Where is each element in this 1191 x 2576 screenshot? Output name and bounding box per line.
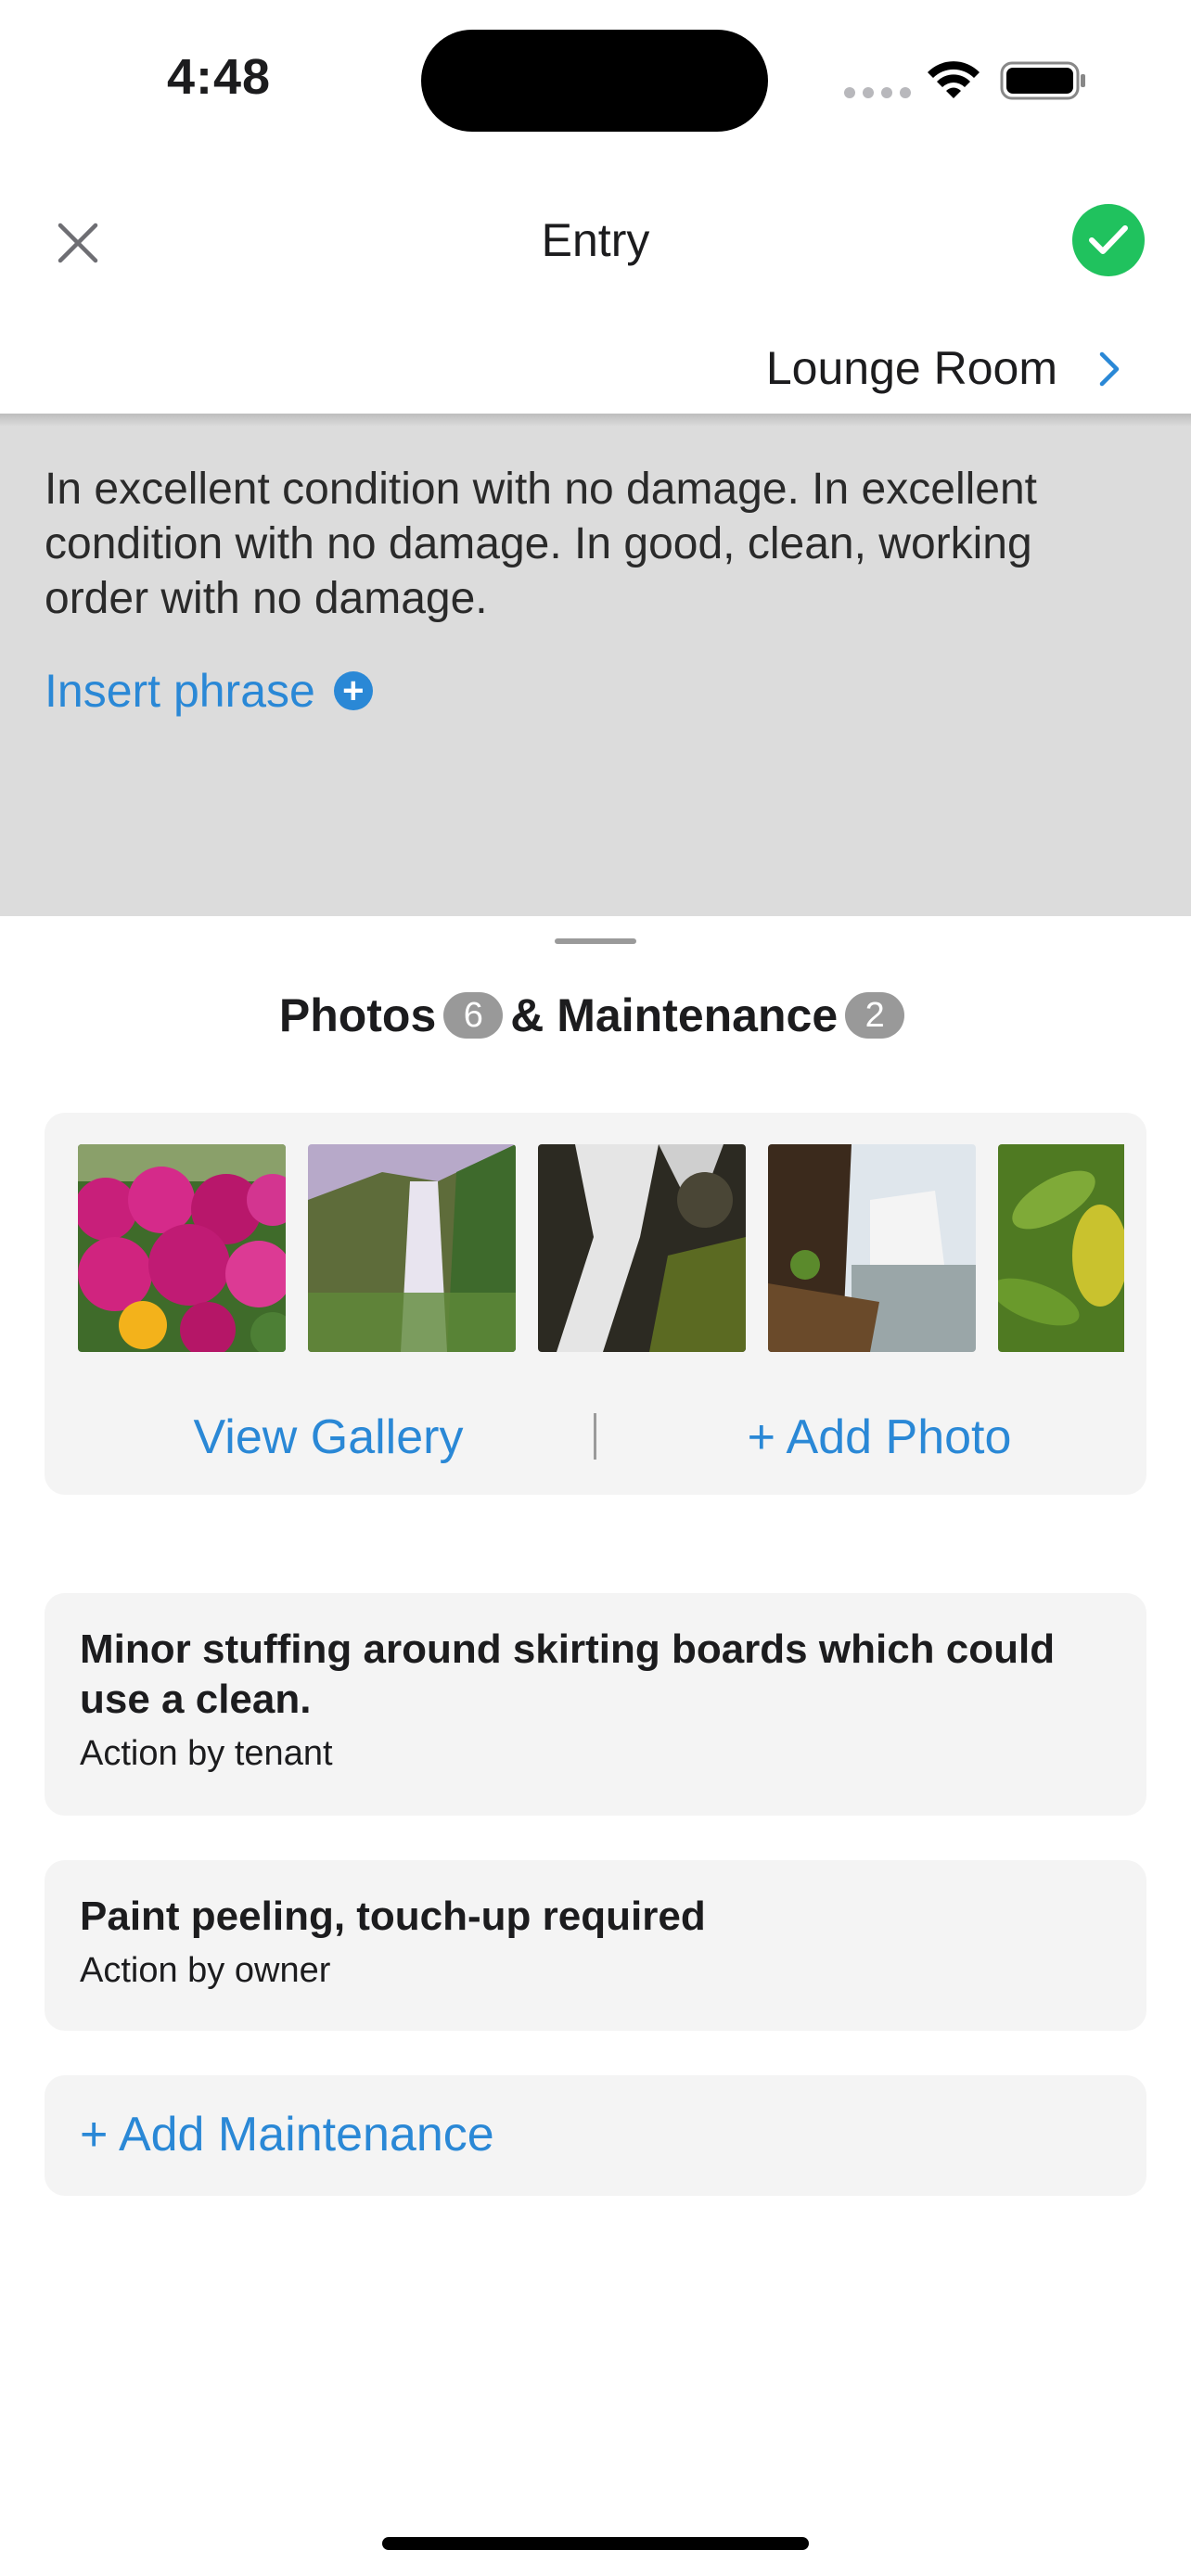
add-maintenance-label: + Add Maintenance xyxy=(80,2108,494,2162)
maintenance-title: Minor stuffing around skirting boards wh… xyxy=(80,1626,1056,1722)
maintenance-action: Action by tenant xyxy=(80,1734,333,1773)
photo-thumbnail[interactable] xyxy=(308,1144,516,1352)
photo-thumbnail[interactable] xyxy=(78,1144,286,1352)
entry-description[interactable]: In excellent condition with no damage. I… xyxy=(45,462,1139,626)
room-selector[interactable]: Lounge Room xyxy=(0,325,1191,412)
sheet-grabber[interactable] xyxy=(555,938,636,944)
photos-maintenance-sheet: Photos 6 & Maintenance 2 View Gallery + … xyxy=(0,916,1191,2576)
sheet-title: Photos 6 & Maintenance 2 xyxy=(0,988,1191,1042)
checkmark-icon xyxy=(1089,225,1128,254)
plus-circle-icon: + xyxy=(333,671,373,710)
flowers-photo xyxy=(78,1144,286,1352)
add-maintenance-button[interactable]: + Add Maintenance xyxy=(45,2075,1146,2196)
waterfall-shore-photo xyxy=(768,1144,976,1352)
leaves-photo xyxy=(998,1144,1124,1352)
battery-icon xyxy=(1000,61,1085,100)
add-photo-button[interactable]: + Add Photo xyxy=(612,1409,1146,1465)
chevron-right-icon xyxy=(1099,351,1120,387)
confirm-button[interactable] xyxy=(1072,204,1145,276)
status-time: 4:48 xyxy=(167,49,272,105)
view-gallery-button[interactable]: View Gallery xyxy=(45,1409,612,1465)
insert-phrase-button[interactable]: Insert phrase + xyxy=(45,664,373,718)
wifi-icon xyxy=(928,61,980,98)
maintenance-count-badge: 2 xyxy=(845,992,905,1039)
room-label: Lounge Room xyxy=(765,342,1057,394)
photos-heading: Photos xyxy=(278,989,437,1041)
maintenance-heading: & Maintenance xyxy=(510,989,839,1041)
photo-actions: View Gallery + Add Photo xyxy=(45,1404,1146,1469)
photo-strip[interactable] xyxy=(78,1144,1124,1352)
photo-card: View Gallery + Add Photo xyxy=(45,1113,1146,1495)
waterfall-photo xyxy=(308,1144,516,1352)
maintenance-action: Action by owner xyxy=(80,1951,331,1990)
entry-description-area: In excellent condition with no damage. I… xyxy=(0,414,1191,920)
page-title: Entry xyxy=(541,214,650,266)
insert-phrase-label: Insert phrase xyxy=(45,665,315,717)
maintenance-item[interactable]: Paint peeling, touch-up required Action … xyxy=(45,1860,1146,2031)
dynamic-island xyxy=(421,30,768,132)
nav-bar: Entry xyxy=(0,176,1191,306)
waterfall-rocks-photo xyxy=(538,1144,746,1352)
status-bar: 4:48 xyxy=(0,0,1191,158)
maintenance-title: Paint peeling, touch-up required xyxy=(80,1894,706,1939)
photo-thumbnail[interactable] xyxy=(538,1144,746,1352)
photo-thumbnail[interactable] xyxy=(998,1144,1124,1352)
home-indicator[interactable] xyxy=(382,2537,809,2550)
photos-count-badge: 6 xyxy=(443,992,504,1039)
photo-thumbnail[interactable] xyxy=(768,1144,976,1352)
maintenance-item[interactable]: Minor stuffing around skirting boards wh… xyxy=(45,1593,1146,1816)
divider xyxy=(594,1413,596,1460)
cellular-signal-icon xyxy=(844,87,911,98)
